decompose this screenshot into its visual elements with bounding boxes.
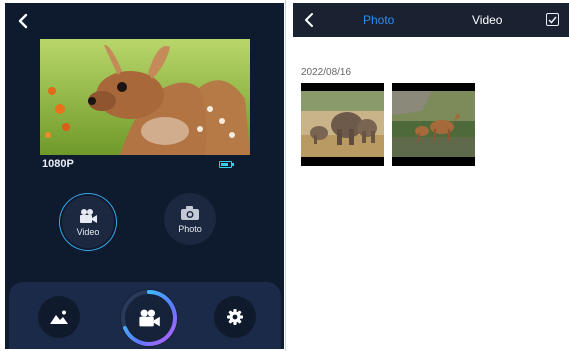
preview-info-bar: 1080P	[40, 156, 250, 172]
settings-button[interactable]	[214, 296, 256, 338]
select-checkbox-icon[interactable]	[546, 13, 559, 26]
video-mode-button[interactable]: Video	[62, 196, 114, 248]
elephants-photo-image	[301, 91, 384, 157]
deer-preview-image	[40, 39, 250, 155]
album-header: Photo Video	[293, 3, 569, 37]
record-button[interactable]	[120, 289, 178, 347]
camera-live-view-screen: 1080P Video Photo	[5, 3, 284, 349]
battery-icon	[219, 160, 234, 168]
checkmark-icon	[548, 16, 557, 24]
photo-thumbnail[interactable]	[301, 83, 384, 166]
deer-at-water-photo-image	[392, 91, 475, 157]
gallery-button[interactable]	[38, 296, 80, 338]
resolution-label: 1080P	[42, 158, 74, 170]
album-back-button[interactable]	[297, 8, 321, 32]
back-button[interactable]	[11, 9, 35, 33]
photo-mode-button[interactable]: Photo	[164, 193, 216, 245]
live-preview	[40, 39, 250, 155]
back-arrow-icon	[305, 13, 313, 27]
album-screen: Photo Video 2022/08/16	[293, 3, 569, 349]
video-camera-icon	[80, 208, 97, 223]
screen-divider	[285, 0, 286, 351]
date-group-label: 2022/08/16	[301, 67, 352, 78]
settings-gear-icon	[227, 309, 243, 325]
photo-thumbnail[interactable]	[392, 83, 475, 166]
gallery-icon	[50, 310, 68, 324]
photo-camera-icon	[181, 205, 199, 220]
photo-mode-label: Photo	[178, 223, 202, 234]
tab-photo[interactable]: Photo	[363, 13, 394, 27]
tab-video[interactable]: Video	[472, 13, 502, 27]
bottom-dock	[9, 282, 281, 349]
back-arrow-icon	[18, 13, 28, 29]
record-video-icon	[139, 309, 160, 327]
video-mode-label: Video	[76, 226, 100, 237]
